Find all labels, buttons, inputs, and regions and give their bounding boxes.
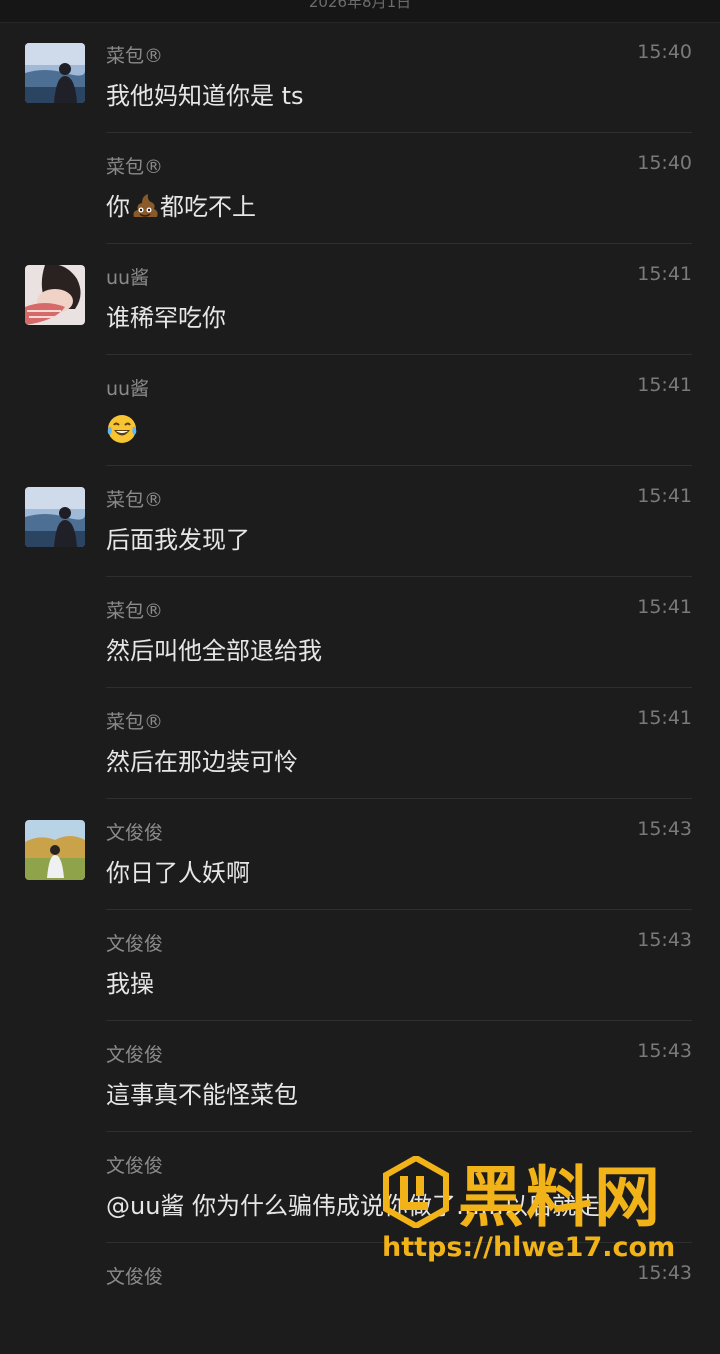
message-text: 這事真不能怪菜包 [106, 1081, 298, 1109]
message-item[interactable]: 菜包® 15:41 然后在那边装可怜 [0, 688, 720, 799]
sender-name: 菜包® [106, 489, 164, 511]
beach-man-avatar [25, 43, 85, 103]
poop-icon [133, 194, 158, 217]
message-text: 你日了人妖啊 [106, 859, 250, 887]
message-text: 然后叫他全部退给我 [106, 637, 322, 665]
message-time: 15:41 [637, 374, 692, 396]
sender-name: 菜包® [106, 711, 164, 733]
sender-name: 菜包® [106, 45, 164, 67]
message-text: 谁稀罕吃你 [106, 304, 226, 332]
message-text: 然后在那边装可怜 [106, 748, 298, 776]
sender-name: uu酱 [106, 378, 150, 400]
sender-name: 文俊俊 [106, 1266, 164, 1288]
sender-name: 文俊俊 [106, 933, 164, 955]
message-item[interactable]: 文俊俊 15:43 你日了人妖啊 [0, 799, 720, 910]
message-item[interactable]: uu酱 15:41 [0, 355, 720, 466]
message-text: 我操 [106, 970, 154, 998]
message-time: 15:43 [637, 1040, 692, 1062]
message-text: 后面我发现了 [106, 526, 250, 554]
avatar[interactable] [25, 820, 85, 880]
message-item[interactable]: 菜包® 15:40 你 都吃不上 [0, 133, 720, 244]
girl-selfie-avatar [25, 265, 85, 325]
message-item[interactable]: 菜包® 15:41 后面我发现了 [0, 466, 720, 577]
message-time: 15:43 [637, 818, 692, 840]
message-text: 我他妈知道你是 ts [106, 82, 304, 110]
sender-name: 菜包® [106, 156, 164, 178]
avatar[interactable] [25, 265, 85, 325]
message-item[interactable]: 菜包® 15:41 然后叫他全部退给我 [0, 577, 720, 688]
field-person-avatar [25, 820, 85, 880]
message-text-part: 都吃不上 [160, 193, 256, 221]
message-time: 15:40 [637, 41, 692, 63]
message-time: 15:41 [637, 707, 692, 729]
message-time: 15:41 [637, 263, 692, 285]
message-time: 15:41 [637, 485, 692, 507]
message-item[interactable]: 文俊俊 15:43 這事真不能怪菜包 [0, 1021, 720, 1132]
laughing-tears-icon [107, 415, 137, 443]
watermark-logo-icon [383, 1156, 449, 1228]
beach-man-avatar [25, 487, 85, 547]
sender-name: 文俊俊 [106, 822, 164, 844]
sender-name: uu酱 [106, 267, 150, 289]
sender-name: 文俊俊 [106, 1155, 164, 1177]
message-item[interactable]: uu酱 15:41 谁稀罕吃你 [0, 244, 720, 355]
watermark: 黑料网 https://hlwe17.com [380, 1150, 710, 1270]
sender-name: 菜包® [106, 600, 164, 622]
date-header: 2026年8月1日 [0, 0, 720, 23]
message-time: 15:40 [637, 152, 692, 174]
sender-name: 文俊俊 [106, 1044, 164, 1066]
message-time: 15:43 [637, 929, 692, 951]
avatar[interactable] [25, 43, 85, 103]
date-label: 2026年8月1日 [308, 0, 412, 11]
message-item[interactable]: 菜包® 15:40 我他妈知道你是 ts [0, 22, 720, 133]
message-text-part: 你 [106, 193, 130, 221]
avatar[interactable] [25, 487, 85, 547]
message-time: 15:41 [637, 596, 692, 618]
message-item[interactable]: 文俊俊 15:43 我操 [0, 910, 720, 1021]
watermark-url: https://hlwe17.com [382, 1232, 676, 1263]
watermark-title: 黑料网 [458, 1159, 662, 1236]
message-text: 你 都吃不上 [106, 187, 256, 222]
